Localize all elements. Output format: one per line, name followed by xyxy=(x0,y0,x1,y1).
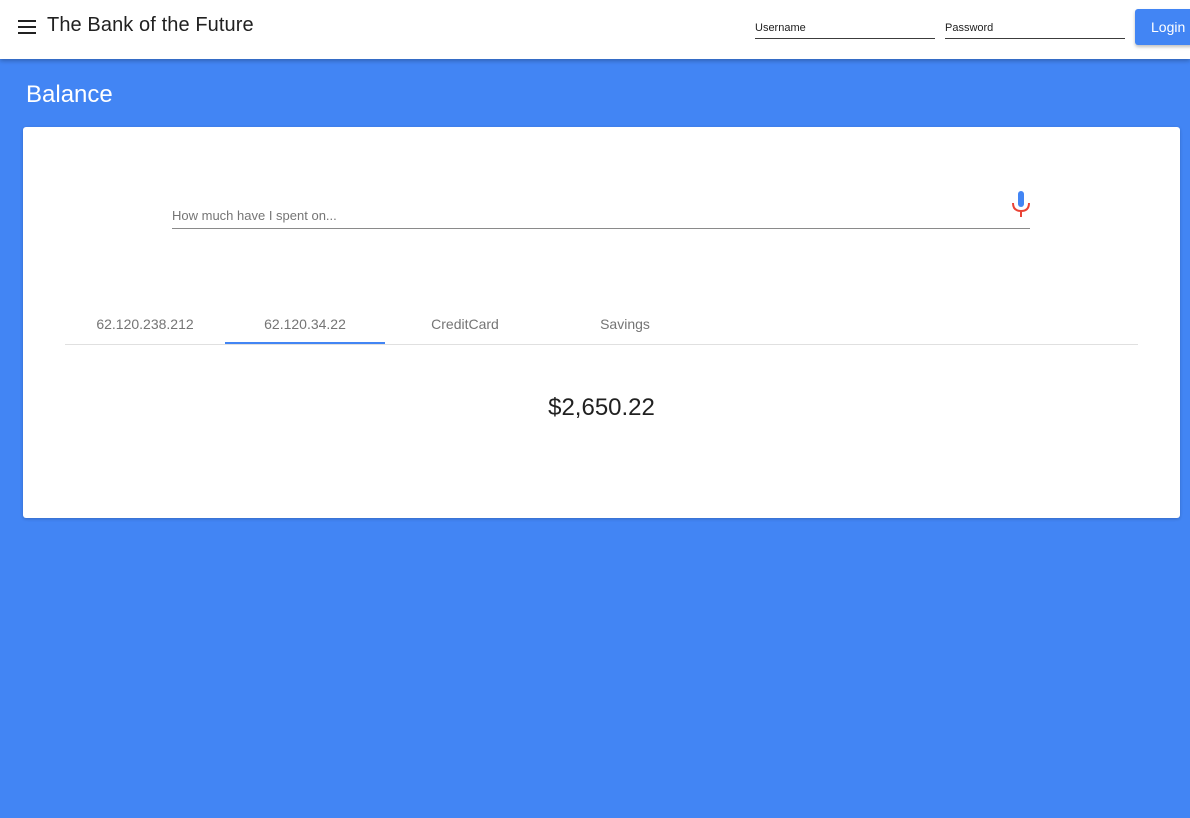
hamburger-menu-icon[interactable] xyxy=(18,20,36,34)
username-field[interactable] xyxy=(755,18,935,39)
tab-account-62-120-34-22[interactable]: 62.120.34.22 xyxy=(225,302,385,345)
login-button[interactable]: Login xyxy=(1135,9,1190,45)
top-app-bar: The Bank of the Future Login xyxy=(0,0,1190,59)
account-tabs: 62.120.238.212 62.120.34.22 CreditCard S… xyxy=(65,302,1138,345)
balance-amount: $2,650.22 xyxy=(548,394,655,421)
password-field[interactable] xyxy=(945,18,1125,39)
app-title: The Bank of the Future xyxy=(47,14,254,36)
tab-savings[interactable]: Savings xyxy=(545,302,705,345)
tab-account-62-120-238-212[interactable]: 62.120.238.212 xyxy=(65,302,225,345)
spending-search-input[interactable] xyxy=(172,205,992,225)
page-title: Balance xyxy=(26,81,113,108)
active-tab-indicator xyxy=(225,342,385,344)
balance-card: 62.120.238.212 62.120.34.22 CreditCard S… xyxy=(23,127,1180,518)
microphone-icon[interactable] xyxy=(1008,191,1034,219)
spending-search-box xyxy=(172,189,1030,229)
tab-creditcard[interactable]: CreditCard xyxy=(385,302,545,345)
